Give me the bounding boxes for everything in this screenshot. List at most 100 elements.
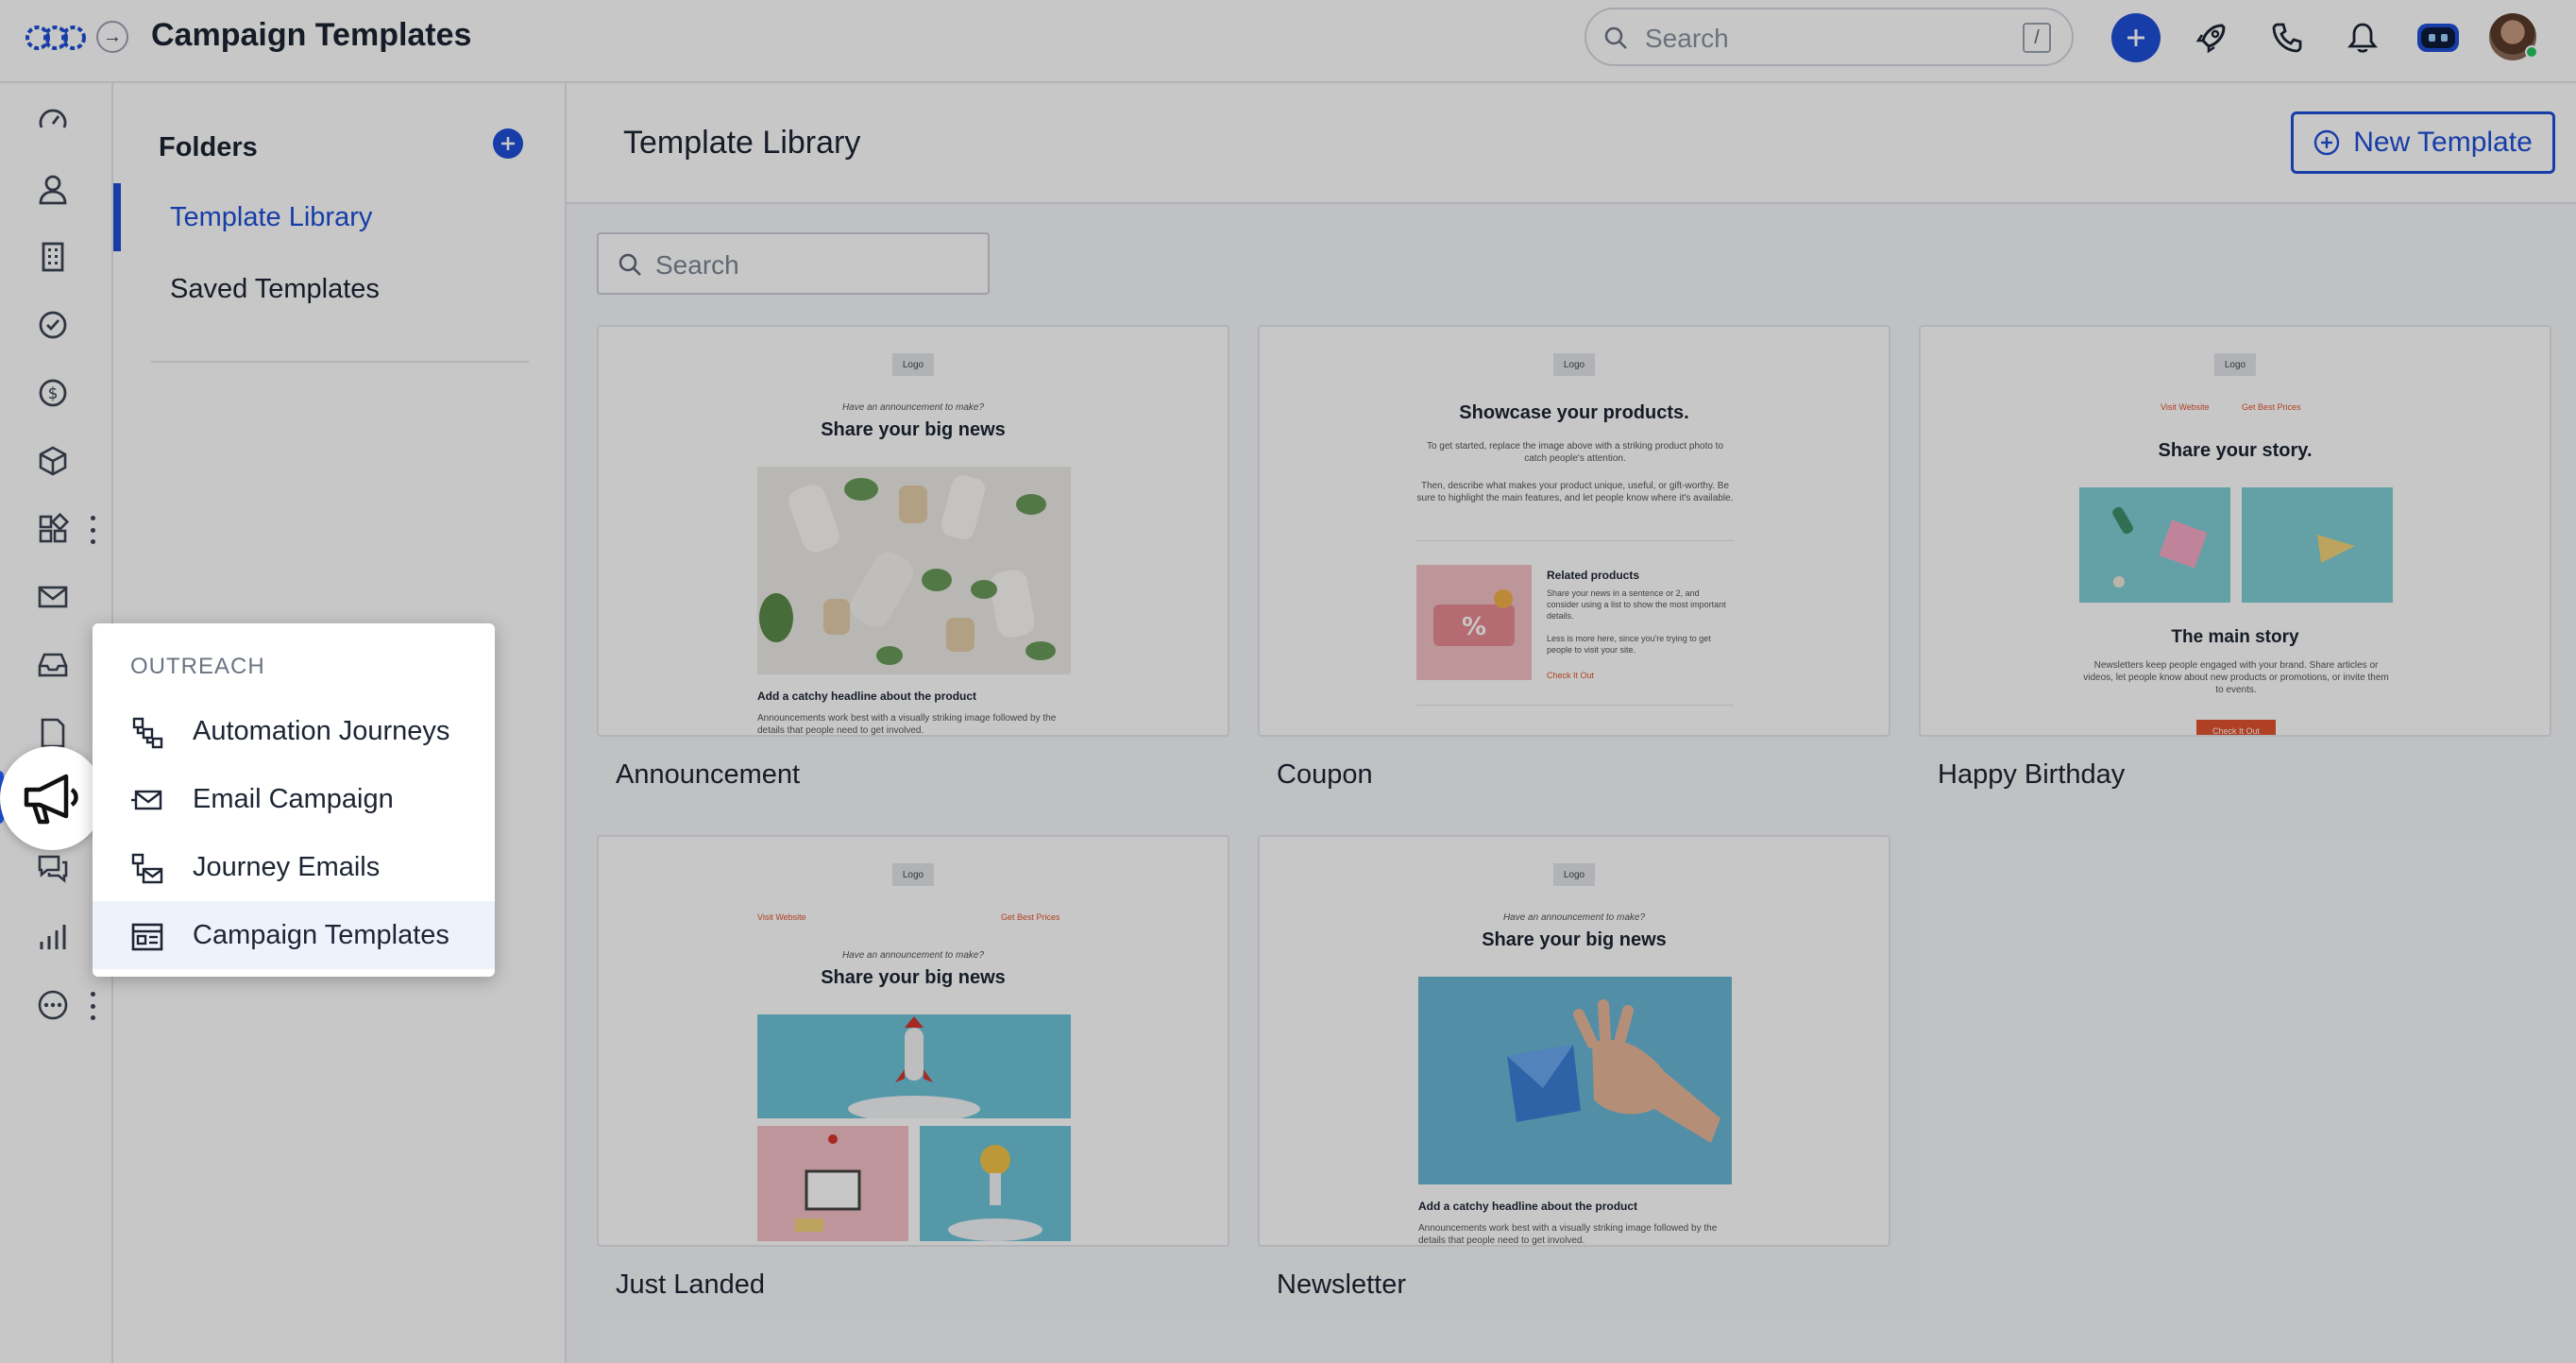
- menu-item-label: Campaign Templates: [193, 919, 449, 950]
- bell-icon: [2347, 23, 2378, 53]
- flow-icon: [132, 717, 163, 749]
- notifications-button[interactable]: [2338, 13, 2387, 62]
- menu-item-automation-journeys[interactable]: Automation Journeys: [93, 697, 495, 765]
- search-icon: [619, 253, 641, 276]
- robot-icon: [2417, 24, 2459, 52]
- template-subhead: Add a catchy headline about the product: [757, 690, 977, 703]
- global-search-input[interactable]: Search /: [1585, 8, 2074, 66]
- new-template-label: New Template: [2353, 127, 2533, 158]
- nav-tasks[interactable]: [32, 304, 74, 346]
- template-divider: [1416, 705, 1734, 706]
- template-kicker: Have an announcement to make?: [841, 402, 985, 413]
- template-subhead: The main story: [2171, 627, 2299, 647]
- assistant-button[interactable]: [2414, 13, 2463, 62]
- online-status-dot: [2525, 45, 2538, 59]
- rocket-launch-image: [757, 1014, 1071, 1118]
- template-search-input[interactable]: Search: [597, 232, 990, 295]
- folder-template-library[interactable]: Template Library: [170, 202, 372, 233]
- quick-add-button[interactable]: [2111, 13, 2161, 62]
- phone-button[interactable]: [2262, 13, 2312, 62]
- nav-products[interactable]: [32, 440, 74, 482]
- template-headline: Share your big news: [821, 419, 1006, 440]
- nav-mail[interactable]: [32, 576, 74, 618]
- nav-apps[interactable]: [32, 508, 74, 550]
- add-folder-button[interactable]: [493, 128, 523, 159]
- template-body: Announcements work best with a visually …: [757, 713, 1057, 736]
- nav-reports[interactable]: [32, 916, 74, 958]
- inbox-icon: [38, 653, 68, 677]
- journey-email-icon: [131, 853, 163, 884]
- template-name-coupon[interactable]: Coupon: [1277, 759, 1373, 791]
- nav-outreach-highlighted[interactable]: [0, 746, 104, 850]
- arrow-right-icon: →: [103, 26, 122, 47]
- get-best-prices-link: Get Best Prices: [1001, 912, 1060, 922]
- template-headline: Share your big news: [821, 967, 1006, 988]
- active-folder-indicator: [113, 183, 121, 251]
- new-template-button[interactable]: New Template: [2291, 111, 2555, 174]
- template-card-happy-birthday[interactable]: Logo Visit Website Get Best Prices Share…: [1919, 325, 2551, 737]
- nav-deals[interactable]: $: [32, 372, 74, 414]
- library-title: Template Library: [623, 125, 861, 161]
- search-placeholder: Search: [1645, 24, 1729, 53]
- dollar-circle-icon: $: [39, 379, 67, 407]
- template-name-just-landed[interactable]: Just Landed: [616, 1269, 765, 1301]
- envelope-send-icon: [131, 790, 162, 810]
- template-body-2: Then, describe what makes your product u…: [1416, 481, 1734, 503]
- building-icon: [42, 242, 64, 272]
- template-logo-placeholder: Logo: [892, 353, 934, 376]
- related-products-body-1: Share your news in a sentence or 2, and …: [1547, 588, 1726, 621]
- nav-contacts[interactable]: [32, 168, 74, 210]
- brand-logo-icon[interactable]: [25, 19, 87, 57]
- template-logo-placeholder: Logo: [1553, 863, 1595, 886]
- template-card-announcement[interactable]: Logo Have an announcement to make? Share…: [597, 325, 1229, 737]
- leaves-bottles-image: [757, 467, 1071, 674]
- check-circle-icon: [39, 311, 67, 339]
- nav-companies[interactable]: [32, 236, 74, 278]
- menu-item-journey-emails[interactable]: Journey Emails: [93, 833, 495, 901]
- search-icon: [1604, 26, 1627, 49]
- template-search-placeholder: Search: [655, 250, 739, 280]
- lightbulb-image: [920, 1126, 1071, 1241]
- nav-inbox[interactable]: [32, 644, 74, 686]
- nav-more-options-icon[interactable]: [87, 992, 98, 1020]
- outreach-popup-menu: OUTREACH Automation Journeys Email Campa…: [93, 623, 495, 977]
- rocket-button[interactable]: [2187, 13, 2236, 62]
- svg-text:%: %: [1462, 613, 1486, 641]
- search-shortcut-key: /: [2023, 23, 2051, 53]
- template-card-newsletter[interactable]: Logo Have an announcement to make? Share…: [1258, 835, 1890, 1247]
- template-headline: Showcase your products.: [1459, 402, 1689, 423]
- folder-saved-templates[interactable]: Saved Templates: [170, 274, 380, 305]
- expand-nav-button[interactable]: →: [96, 21, 128, 53]
- party-image: [2242, 487, 2393, 603]
- mail-icon: [38, 586, 68, 608]
- folders-title: Folders: [159, 132, 258, 162]
- check-it-out-link: Check It Out: [1547, 671, 1595, 680]
- menu-item-email-campaign[interactable]: Email Campaign: [93, 765, 495, 833]
- nav-more[interactable]: [32, 984, 74, 1026]
- menu-item-campaign-templates[interactable]: Campaign Templates: [93, 901, 495, 969]
- nav-dashboard[interactable]: [32, 100, 74, 142]
- related-products-body-2: Less is more here, since you're trying t…: [1547, 634, 1711, 655]
- nav-apps-more-icon[interactable]: [87, 516, 98, 544]
- menu-item-label: Automation Journeys: [193, 715, 450, 746]
- template-card-just-landed[interactable]: Logo Visit Website Get Best Prices Have …: [597, 835, 1229, 1247]
- plus-icon: [501, 137, 515, 150]
- template-name-announcement[interactable]: Announcement: [616, 759, 800, 791]
- page-title: Campaign Templates: [151, 17, 472, 53]
- template-body: Announcements work best with a visually …: [1418, 1223, 1718, 1246]
- template-name-newsletter[interactable]: Newsletter: [1277, 1269, 1406, 1301]
- popup-section-title: OUTREACH: [130, 654, 265, 679]
- template-card-coupon[interactable]: Logo Showcase your products. To get star…: [1258, 325, 1890, 737]
- related-products-title: Related products: [1547, 569, 1640, 582]
- template-icon: [131, 923, 163, 951]
- nav-conversations[interactable]: [32, 848, 74, 890]
- template-divider: [1416, 540, 1734, 541]
- envelope-hand-image: [1418, 977, 1732, 1184]
- person-icon: [39, 175, 67, 205]
- bar-chart-icon: [40, 925, 66, 949]
- template-logo-placeholder: Logo: [1553, 353, 1595, 376]
- visit-website-link: Visit Website: [757, 912, 806, 922]
- get-best-prices-link: Get Best Prices: [2242, 402, 2301, 412]
- template-name-happy-birthday[interactable]: Happy Birthday: [1938, 759, 2125, 791]
- template-headline: Share your big news: [1482, 929, 1667, 950]
